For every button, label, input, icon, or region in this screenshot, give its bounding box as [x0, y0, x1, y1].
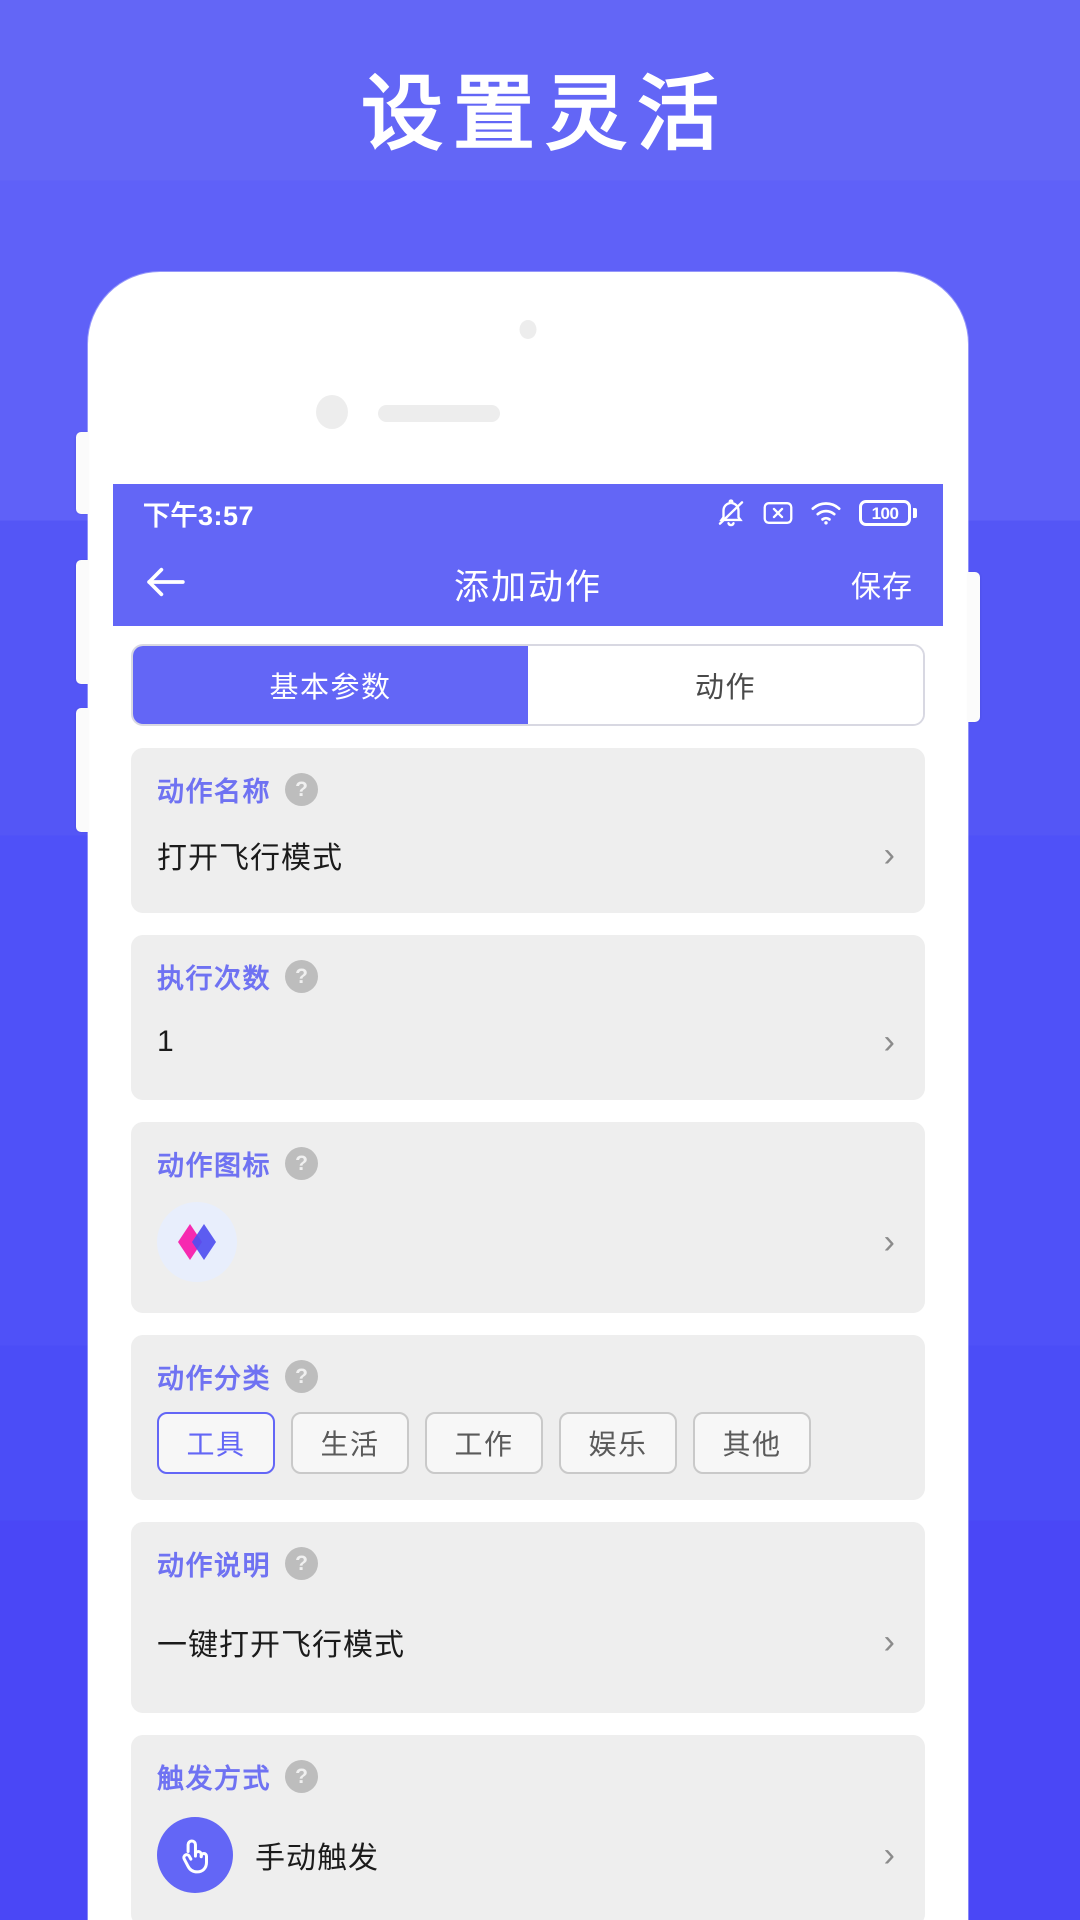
card-label: 动作名称: [157, 777, 271, 807]
help-icon[interactable]: ?: [285, 1147, 318, 1180]
category-chip-other[interactable]: 其他: [693, 1412, 811, 1474]
tap-finger-icon: [157, 1817, 233, 1893]
phone-mockup: 下午3:57 100 添加动作 保存 基本参数 动作 动作名称 ? 打开飞行模式…: [76, 272, 980, 1920]
trigger-method-value: 手动触发: [255, 1842, 379, 1875]
action-description-row[interactable]: 一键打开飞行模式 ›: [157, 1583, 899, 1713]
back-button[interactable]: [143, 558, 195, 610]
card-trigger-method: 触发方式 ? 手动触发 ›: [131, 1735, 925, 1920]
card-label: 动作图标: [157, 1151, 271, 1181]
bell-off-icon: [716, 498, 746, 528]
card-label: 动作分类: [157, 1364, 271, 1394]
phone-screen: 下午3:57 100 添加动作 保存 基本参数 动作 动作名称 ? 打开飞行模式…: [113, 484, 943, 1920]
page-title: 设置灵活: [360, 69, 729, 160]
category-chip-entertainment[interactable]: 娱乐: [559, 1412, 677, 1474]
card-header: 动作图标 ?: [157, 1144, 899, 1183]
volume-down-button[interactable]: [76, 708, 89, 832]
proximity-sensor-icon: [316, 395, 348, 429]
chevron-right-icon: ›: [883, 1836, 895, 1874]
chevron-right-icon: ›: [883, 1223, 895, 1261]
card-header: 动作说明 ?: [157, 1544, 899, 1583]
battery-level: 100: [871, 503, 899, 523]
card-label: 触发方式: [157, 1764, 271, 1794]
action-description-value: 一键打开飞行模式: [157, 1629, 405, 1662]
diamond-pair-icon: [157, 1202, 237, 1282]
status-icons: 100: [716, 498, 917, 528]
battery-icon: 100: [859, 500, 917, 526]
chevron-right-icon: ›: [883, 1023, 895, 1061]
sim-card-disabled-icon: [763, 500, 793, 526]
power-button[interactable]: [967, 572, 980, 722]
save-button[interactable]: 保存: [851, 562, 913, 606]
help-icon[interactable]: ?: [285, 1547, 318, 1580]
segmented-tabs: 基本参数 动作: [131, 644, 925, 726]
card-action-category: 动作分类 ? 工具 生活 工作 娱乐 其他: [131, 1335, 925, 1500]
category-chip-tool[interactable]: 工具: [157, 1412, 275, 1474]
card-header: 动作名称 ?: [157, 770, 899, 809]
card-header: 动作分类 ?: [157, 1357, 899, 1396]
front-camera-icon: [519, 320, 537, 339]
card-label: 动作说明: [157, 1551, 271, 1581]
status-bar: 下午3:57 100: [113, 484, 943, 542]
help-icon[interactable]: ?: [285, 1760, 318, 1793]
chevron-right-icon: ›: [883, 836, 895, 874]
execution-count-value: 1: [157, 1025, 175, 1058]
card-action-icon: 动作图标 ? ›: [131, 1122, 925, 1313]
category-chip-life[interactable]: 生活: [291, 1412, 409, 1474]
card-action-description: 动作说明 ? 一键打开飞行模式 ›: [131, 1522, 925, 1713]
help-icon[interactable]: ?: [285, 1360, 318, 1393]
earpiece-speaker: [378, 405, 500, 422]
card-label: 执行次数: [157, 964, 271, 994]
mute-switch-button[interactable]: [76, 432, 89, 514]
page-root: 设置灵活 下午3:57 100 添加动作 保存 基本参数 动作 动作名称 ? 打…: [0, 0, 1080, 1920]
app-bar: 添加动作 保存: [113, 542, 943, 626]
chevron-right-icon: ›: [883, 1623, 895, 1661]
wifi-icon: [810, 500, 842, 526]
tab-actions[interactable]: 动作: [528, 646, 923, 724]
card-header: 执行次数 ?: [157, 957, 899, 996]
status-time: 下午3:57: [143, 500, 255, 531]
app-bar-title: 添加动作: [453, 567, 602, 607]
category-chip-group: 工具 生活 工作 娱乐 其他: [157, 1396, 899, 1500]
help-icon[interactable]: ?: [285, 960, 318, 993]
arrow-left-icon: [143, 562, 189, 607]
tab-basic-params[interactable]: 基本参数: [133, 646, 528, 724]
trigger-method-row[interactable]: 手动触发 ›: [157, 1796, 899, 1920]
card-execution-count: 执行次数 ? 1 ›: [131, 935, 925, 1100]
action-icon-row[interactable]: ›: [157, 1183, 899, 1313]
card-header: 触发方式 ?: [157, 1757, 899, 1796]
category-chip-work[interactable]: 工作: [425, 1412, 543, 1474]
volume-up-button[interactable]: [76, 560, 89, 684]
card-action-name: 动作名称 ? 打开飞行模式 ›: [131, 748, 925, 913]
execution-count-row[interactable]: 1 ›: [157, 996, 899, 1100]
form-content: 基本参数 动作 动作名称 ? 打开飞行模式 › 执行次数 ? 1 › 动作图标 …: [113, 626, 943, 1920]
help-icon[interactable]: ?: [285, 773, 318, 806]
action-name-row[interactable]: 打开飞行模式 ›: [157, 809, 899, 913]
action-name-value: 打开飞行模式: [157, 842, 343, 875]
